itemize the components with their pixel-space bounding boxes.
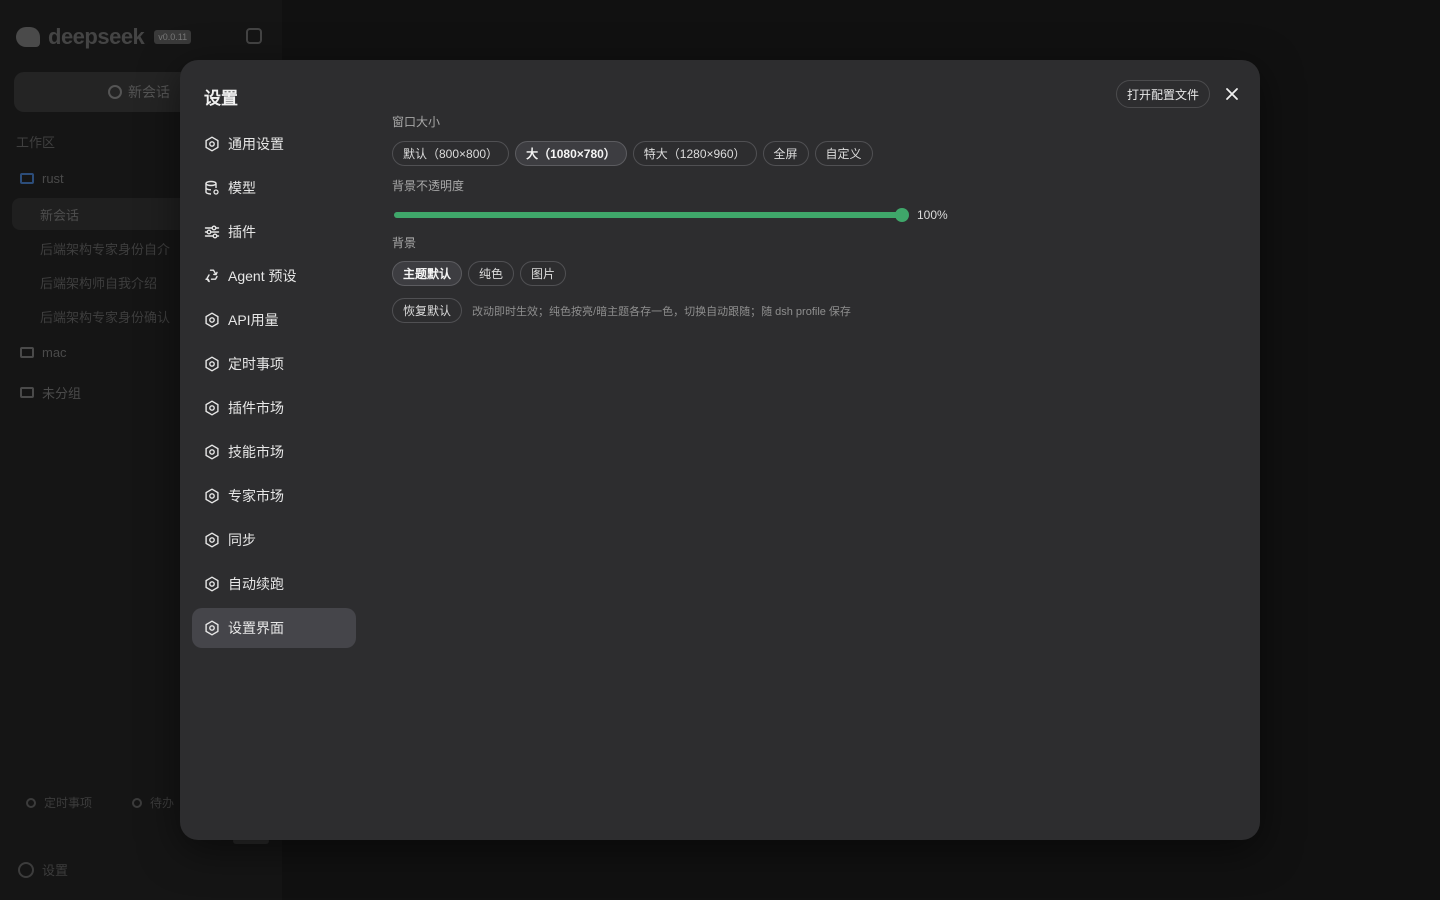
- version-badge: v0.0.11: [154, 30, 192, 44]
- gear-icon: [205, 488, 219, 504]
- nav-item[interactable]: 模型: [192, 168, 356, 208]
- modal-title: 设置: [204, 89, 238, 108]
- folder-icon: [20, 347, 34, 358]
- nav-item-label: 专家市场: [228, 488, 284, 504]
- gear-icon: [205, 136, 219, 152]
- nav-item-label: 技能市场: [228, 444, 284, 460]
- nav-item-label: 自动续跑: [228, 576, 284, 592]
- nav-item[interactable]: 同步: [192, 520, 356, 560]
- window-size-options: 默认（800×800） 大（1080×780） 特大（1280×960） 全屏 自定义: [392, 141, 1232, 166]
- folder-item[interactable]: mac: [20, 345, 67, 360]
- nav-item[interactable]: 专家市场: [192, 476, 356, 516]
- background-option[interactable]: 纯色: [468, 261, 515, 286]
- close-icon: [1226, 88, 1238, 100]
- brand: deepseek v0.0.11: [16, 24, 192, 50]
- background-options: 主题默认 纯色 图片: [392, 261, 1232, 286]
- gear-icon: [18, 861, 34, 878]
- window-size-option[interactable]: 大（1080×780）: [515, 141, 627, 166]
- nav-item[interactable]: 设置界面: [192, 608, 356, 648]
- whale-logo-icon: [16, 27, 40, 47]
- nav-item[interactable]: 插件市场: [192, 388, 356, 428]
- gear-icon: [205, 576, 219, 592]
- recycle-icon: [205, 269, 218, 283]
- nav-item-label: 同步: [228, 532, 256, 548]
- gear-icon: [205, 444, 219, 460]
- opacity-slider-row: 100%: [392, 207, 1232, 223]
- nav-item[interactable]: 定时事项: [192, 344, 356, 384]
- clock-icon: [26, 797, 36, 808]
- opacity-value: 100%: [917, 208, 948, 222]
- background-option[interactable]: 图片: [520, 261, 567, 286]
- gear-icon: [205, 620, 219, 636]
- nav-item[interactable]: 技能市场: [192, 432, 356, 472]
- sliders-icon: [204, 225, 220, 239]
- window-size-option[interactable]: 全屏: [762, 141, 809, 166]
- chat-label: 后端架构专家身份自介: [40, 241, 171, 257]
- todo-link[interactable]: 待办: [132, 794, 174, 811]
- reset-default-button[interactable]: 恢复默认: [392, 298, 463, 323]
- nav-item-label: 设置界面: [228, 620, 284, 636]
- settings-content: 窗口大小 默认（800×800） 大（1080×780） 特大（1280×960）全…: [392, 114, 1232, 323]
- reset-row: 恢复默认 改动即时生效；纯色按亮/暗主题各存一色，切换自动跟随；随 dsh pr…: [392, 298, 1232, 323]
- nav-item-label: 通用设置: [228, 136, 284, 152]
- brand-name: deepseek: [48, 24, 145, 49]
- checklist-icon: [132, 797, 143, 808]
- sidebar-settings-link[interactable]: 设置: [18, 860, 68, 879]
- window-size-option[interactable]: 特大（1280×960）: [632, 141, 757, 166]
- nav-item-label: 模型: [228, 180, 256, 196]
- scheduled-link[interactable]: 定时事项: [26, 794, 92, 811]
- folder-item[interactable]: rust: [20, 171, 64, 186]
- workspace-section-title: 工作区: [16, 135, 56, 150]
- settings-modal: 设置 打开配置文件 通用设置模型插件 Agent 预设 API用量定时事项插件市场技…: [180, 60, 1260, 840]
- gear-icon: [205, 532, 219, 548]
- nav-item-label: 定时事项: [228, 356, 284, 372]
- folder-item[interactable]: 未分组: [20, 383, 81, 402]
- opacity-slider-fill: [394, 212, 902, 218]
- open-config-button[interactable]: 打开配置文件: [1116, 80, 1211, 108]
- nav-item[interactable]: 自动续跑: [192, 564, 356, 604]
- nav-item[interactable]: Agent 预设: [192, 256, 356, 296]
- opacity-label: 背景不透明度: [392, 179, 465, 193]
- settings-hint: 改动即时生效；纯色按亮/暗主题各存一色，切换自动跟随；随 dsh profile…: [472, 305, 851, 318]
- database-icon: [205, 180, 219, 195]
- gear-icon: [205, 400, 219, 416]
- close-button[interactable]: [1220, 84, 1244, 104]
- new-chat-label: 新会话: [128, 84, 170, 100]
- chat-label: 后端架构专家身份确认: [40, 309, 171, 325]
- background-option[interactable]: 主题默认: [392, 261, 463, 286]
- plus-circle-icon: [108, 85, 122, 99]
- folder-label: mac: [42, 345, 67, 360]
- chat-label: 新会话: [40, 207, 80, 223]
- window-size-option[interactable]: 自定义: [814, 141, 873, 166]
- nav-item-label: 插件市场: [228, 400, 284, 416]
- folder-label: rust: [42, 171, 64, 186]
- sidebar-toggle-icon[interactable]: [246, 28, 262, 44]
- folder-icon: [20, 387, 34, 398]
- opacity-slider-thumb[interactable]: [895, 208, 909, 222]
- nav-item-label: 插件: [228, 224, 256, 240]
- nav-item-label: API用量: [228, 312, 279, 328]
- folder-label: 未分组: [42, 386, 82, 401]
- nav-item[interactable]: API用量: [192, 300, 356, 340]
- opacity-slider[interactable]: [394, 208, 909, 222]
- nav-item-label: Agent 预设: [228, 268, 297, 284]
- window-size-label: 窗口大小: [392, 115, 441, 129]
- gear-icon: [205, 312, 219, 328]
- sidebar-bottom-links: 定时事项 待办: [26, 794, 174, 811]
- settings-nav: 通用设置模型插件 Agent 预设 API用量定时事项插件市场技能市场专家市场同步自…: [192, 124, 356, 652]
- chat-label: 后端架构师自我介绍: [40, 275, 158, 291]
- nav-item[interactable]: 通用设置: [192, 124, 356, 164]
- window-size-option[interactable]: 默认（800×800）: [392, 141, 510, 166]
- nav-item[interactable]: 插件: [192, 212, 356, 252]
- background-label: 背景: [392, 236, 417, 250]
- sidebar-settings-label: 设置: [42, 863, 69, 878]
- folder-icon: [20, 173, 34, 184]
- gear-icon: [205, 356, 219, 372]
